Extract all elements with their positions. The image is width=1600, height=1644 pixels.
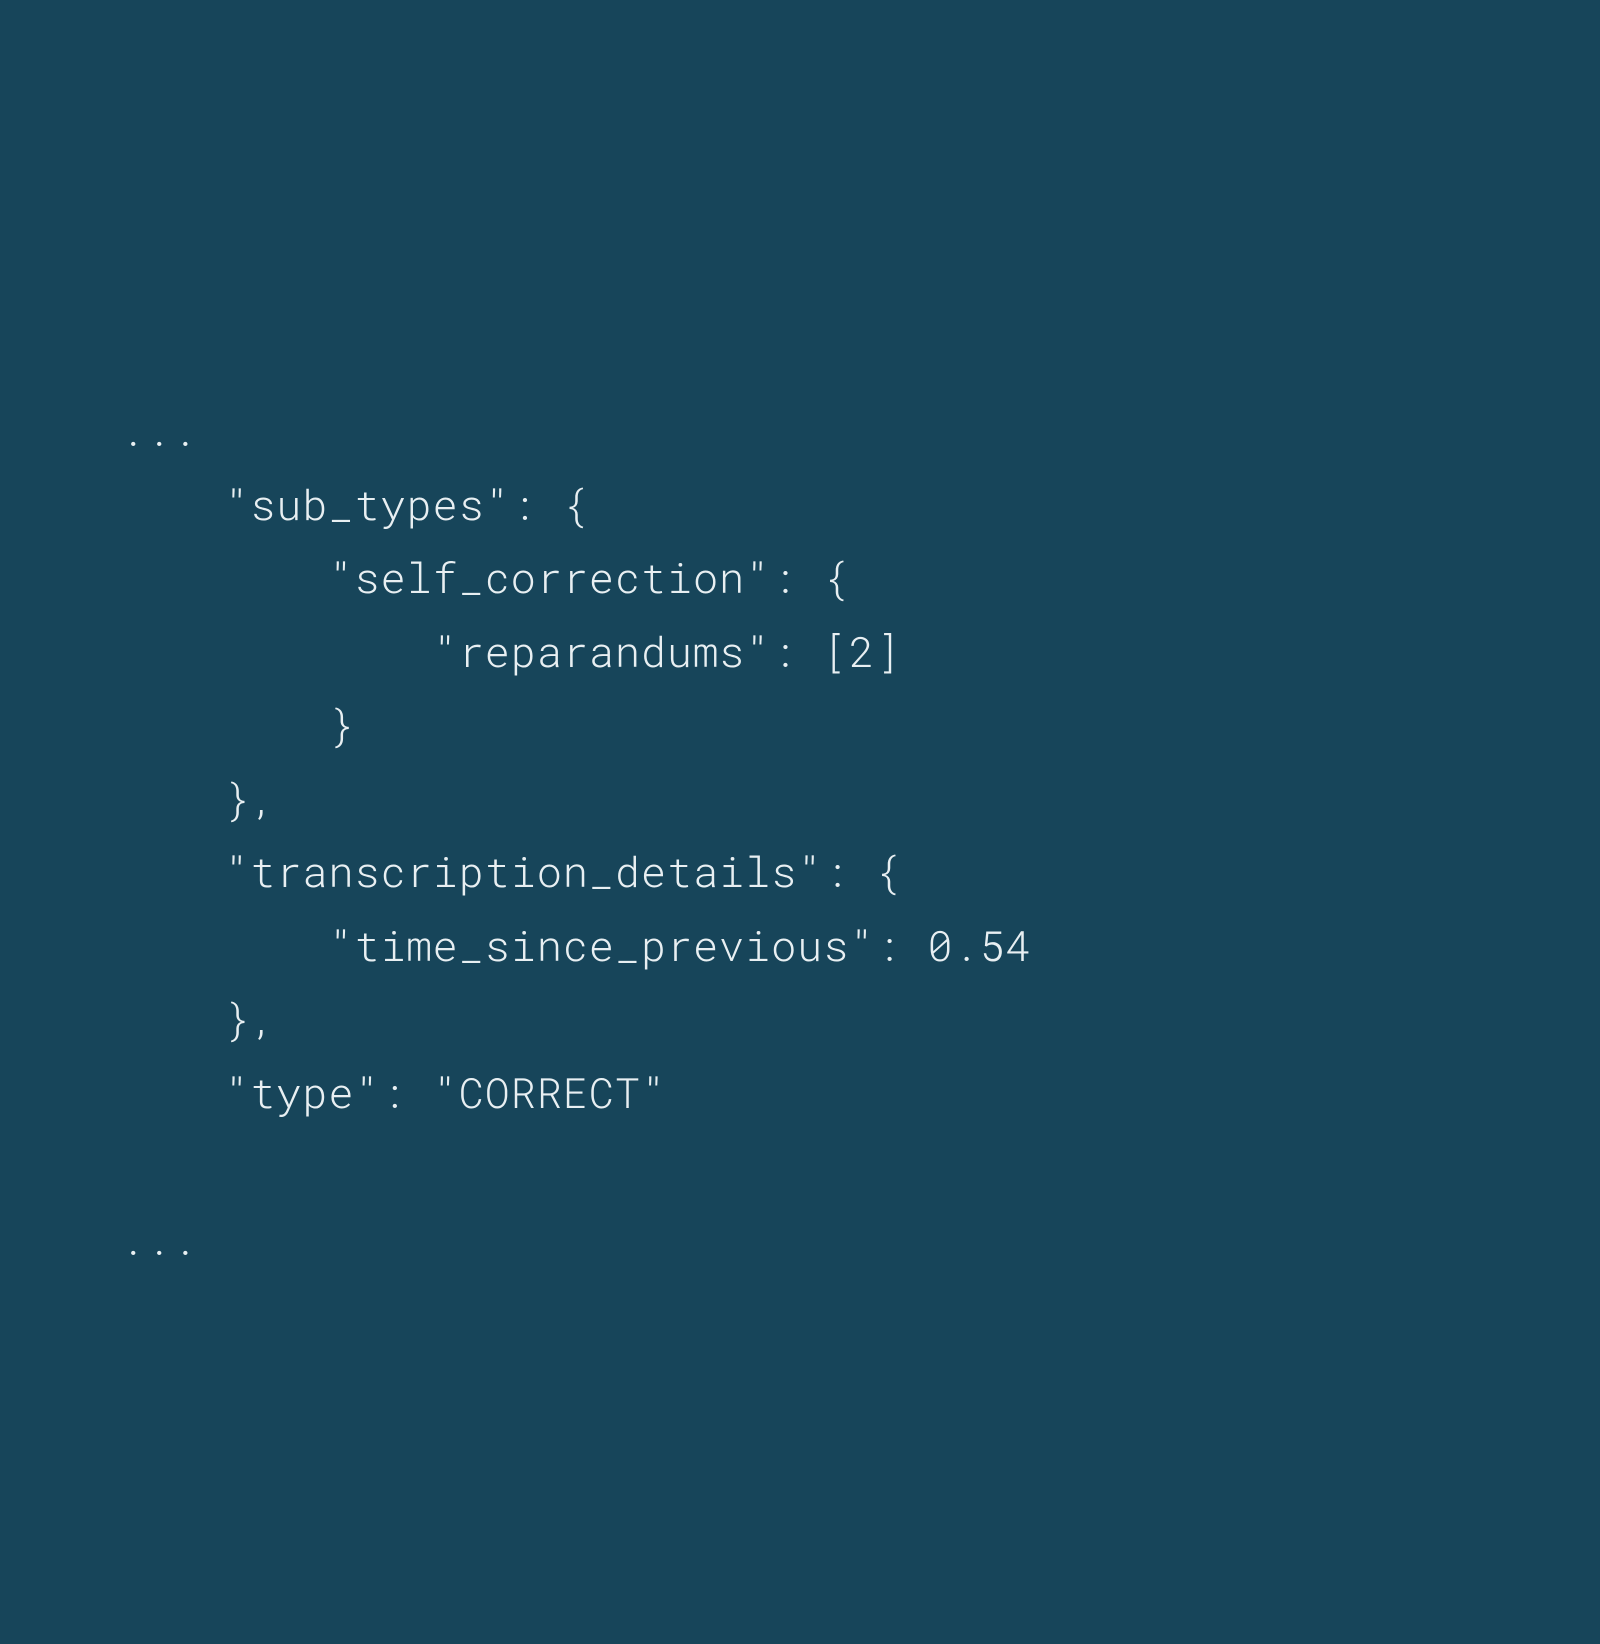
code-line-7: "time_since_previous": 0.54 bbox=[120, 918, 1032, 973]
code-line-6: "transcription_details": { bbox=[120, 844, 901, 899]
ellipsis-top: ... bbox=[120, 403, 198, 458]
ellipsis-bottom: ... bbox=[120, 1212, 198, 1267]
code-line-1: "sub_types": { bbox=[120, 477, 589, 532]
code-snippet: ... "sub_types": { "self_correction": { … bbox=[120, 394, 1480, 1276]
code-line-4: } bbox=[120, 697, 354, 752]
code-line-9: "type": "CORRECT" bbox=[120, 1065, 667, 1120]
code-line-8: }, bbox=[120, 991, 276, 1046]
code-line-2: "self_correction": { bbox=[120, 550, 849, 605]
code-line-3: "reparandums": [2] bbox=[120, 624, 901, 679]
code-line-5: }, bbox=[120, 771, 276, 826]
